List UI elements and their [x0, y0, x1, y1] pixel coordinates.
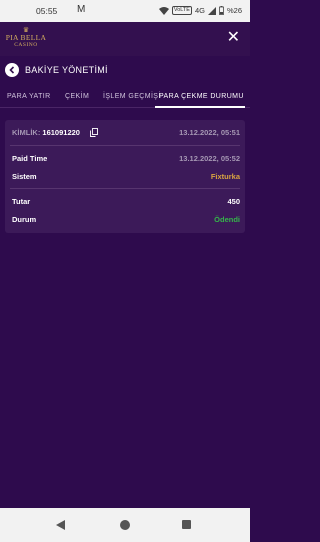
network-label: 4G — [194, 6, 205, 15]
logo-line1: PIA BELLA — [5, 33, 47, 42]
page-header: BAKİYE YÖNETİMİ — [0, 56, 250, 86]
status-time: 05:55 — [36, 6, 58, 16]
signal-icon — [207, 6, 216, 15]
tab-withdrawal-status[interactable]: PARA ÇEKME DURUMU — [159, 93, 244, 100]
id-label: KİMLİK: — [12, 128, 41, 137]
withdrawal-card: KİMLİK: 161091220 13.12.2022, 05:51 Paid… — [5, 120, 245, 233]
back-button[interactable] — [5, 63, 19, 77]
nav-home-icon[interactable] — [120, 520, 130, 530]
status-indicators: VoLTE 4G %26 — [158, 6, 242, 15]
status-value: Ödendi — [214, 215, 240, 224]
created-date: 13.12.2022, 05:51 — [179, 128, 240, 137]
id-value: 161091220 — [42, 128, 80, 137]
divider — [10, 145, 240, 146]
nav-back-icon[interactable] — [56, 520, 65, 530]
status-bar: 05:55 M VoLTE 4G %26 — [0, 0, 250, 22]
page-title: BAKİYE YÖNETİMİ — [25, 65, 108, 75]
tab-withdraw[interactable]: ÇEKİM — [65, 93, 89, 100]
amount-value: 450 — [227, 197, 240, 206]
system-nav-bar — [0, 508, 250, 542]
casino-logo[interactable]: ♛ PIA BELLA CASINO — [5, 27, 47, 53]
nav-recents-icon[interactable] — [182, 520, 191, 529]
mail-icon: M — [77, 4, 86, 15]
paid-time-value: 13.12.2022, 05:52 — [179, 154, 240, 163]
tab-deposit[interactable]: PARA YATIR — [7, 93, 51, 100]
tab-bar: PARA YATIR ÇEKİM İŞLEM GEÇMİŞİ PARA ÇEKM… — [0, 88, 250, 108]
tab-transaction-history[interactable]: İŞLEM GEÇMİŞİ — [103, 93, 161, 100]
status-label: Durum — [12, 215, 37, 224]
chevron-left-icon — [9, 66, 15, 74]
close-icon[interactable]: ✕ — [227, 29, 240, 47]
paid-time-label: Paid Time — [12, 154, 48, 163]
copy-icon[interactable] — [90, 128, 98, 137]
amount-label: Tutar — [12, 197, 31, 206]
volte-badge: VoLTE — [171, 6, 192, 15]
active-tab-indicator — [155, 106, 245, 108]
withdrawal-id: KİMLİK: 161091220 — [12, 128, 80, 137]
app-header: ♛ PIA BELLA CASINO ✕ — [0, 22, 250, 56]
divider — [10, 188, 240, 189]
system-label: Sistem — [12, 172, 37, 181]
battery-percent: %26 — [226, 6, 242, 15]
logo-line2: CASINO — [14, 42, 38, 48]
system-value: Fixturka — [210, 172, 240, 181]
battery-icon — [219, 6, 224, 15]
wifi-icon — [158, 6, 169, 15]
